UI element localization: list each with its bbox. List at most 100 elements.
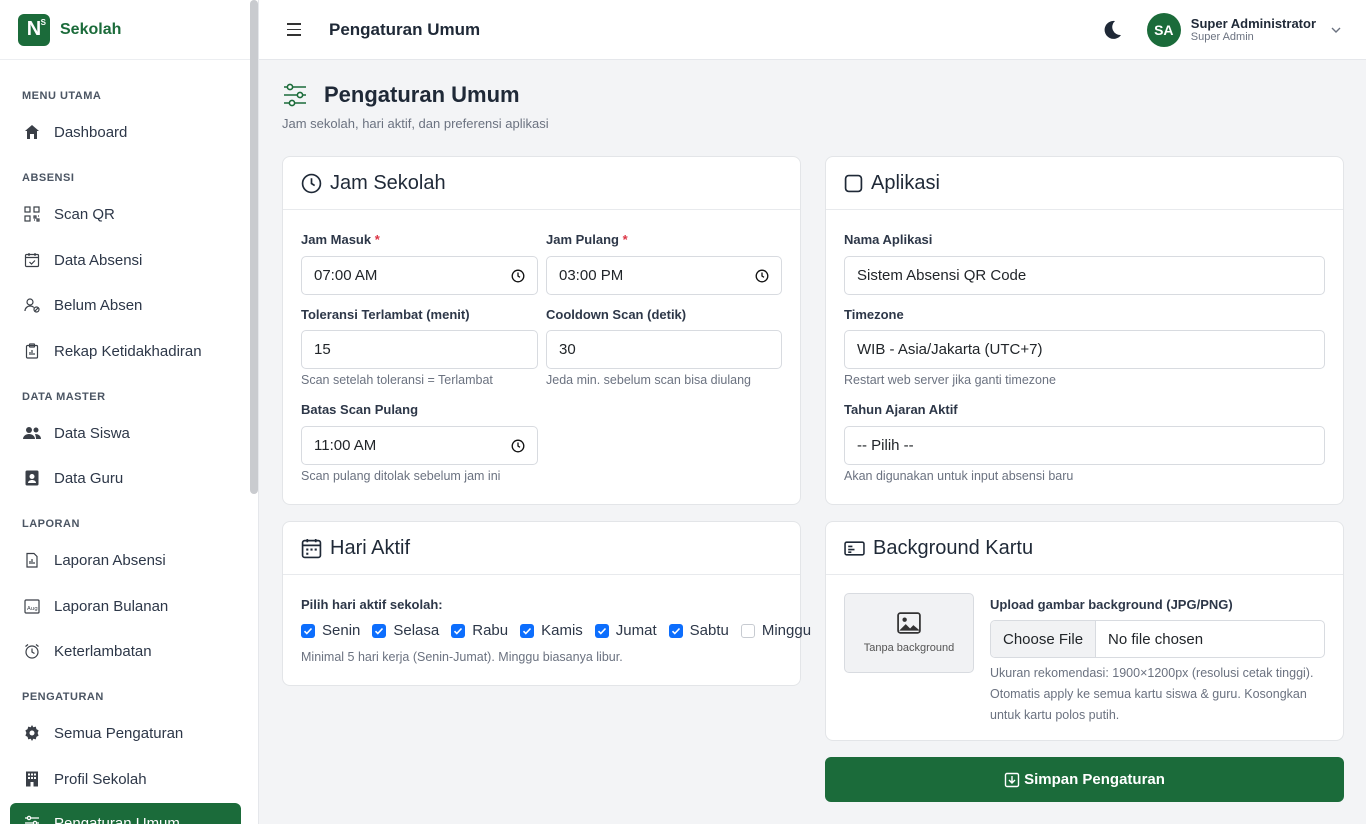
hari-aktif-hint: Minimal 5 hari kerja (Senin-Jumat). Ming… — [301, 650, 623, 664]
image-icon — [897, 612, 921, 634]
checkbox-checked-icon[interactable] — [520, 623, 535, 638]
gear-icon — [22, 723, 42, 743]
toleransi-label: Toleransi Terlambat (menit) — [301, 307, 470, 322]
card-title: Aplikasi — [871, 171, 940, 194]
page-header: Pengaturan Umum Jam sekolah, hari aktif,… — [282, 82, 549, 131]
home-icon — [22, 122, 42, 142]
sidebar-item-data-absensi[interactable]: Data Absensi — [0, 240, 240, 280]
nama-aplikasi-label: Nama Aplikasi — [844, 232, 933, 247]
card-title: Hari Aktif — [330, 536, 411, 559]
timezone-select[interactable]: WIB - Asia/Jakarta (UTC+7) — [844, 330, 1325, 369]
users-icon — [22, 423, 42, 443]
clipboard-chart-icon — [22, 341, 42, 361]
cooldown-input[interactable]: 30 — [546, 330, 782, 369]
checkbox-checked-icon[interactable] — [594, 623, 609, 638]
card-image-icon — [844, 540, 865, 556]
dark-mode-toggle-icon[interactable] — [1101, 19, 1123, 41]
clock-icon[interactable] — [511, 269, 525, 283]
nama-aplikasi-input[interactable]: Sistem Absensi QR Code — [844, 256, 1325, 295]
file-name-text: No file chosen — [1108, 630, 1204, 648]
batas-scan-hint: Scan pulang ditolak sebelum jam ini — [301, 469, 501, 483]
building-icon — [22, 769, 42, 789]
jam-pulang-input[interactable]: 03:00 PM — [546, 256, 782, 295]
brand-name: Sekolah — [60, 20, 122, 38]
file-chart-icon — [22, 550, 42, 570]
section-absensi: ABSENSI — [22, 172, 75, 184]
brand-logo: NS — [18, 13, 50, 46]
save-settings-button[interactable]: Simpan Pengaturan — [825, 757, 1344, 802]
calendar-check-icon — [22, 250, 42, 270]
sidebar-item-dashboard[interactable]: Dashboard — [0, 112, 240, 152]
clock-icon — [301, 173, 322, 193]
checkbox-checked-icon[interactable] — [372, 623, 387, 638]
checkbox-unchecked-icon[interactable] — [740, 623, 755, 638]
sidebar-item-laporan-bulanan[interactable]: Aug Laporan Bulanan — [0, 586, 240, 626]
batas-scan-label: Batas Scan Pulang — [301, 402, 419, 417]
brand[interactable]: NS Sekolah — [0, 0, 258, 60]
sidebar-item-keterlambatan[interactable]: Keterlambatan — [0, 631, 240, 671]
download-icon — [1004, 772, 1020, 787]
sidebar-item-rekap[interactable]: Rekap Ketidakhadiran — [0, 331, 240, 371]
clock-icon[interactable] — [755, 269, 769, 283]
sidebar-item-laporan-absensi[interactable]: Laporan Absensi — [0, 540, 240, 580]
topbar: Pengaturan Umum SA Super Administrator S… — [259, 0, 1366, 60]
background-preview: Tanpa background — [844, 593, 974, 673]
checkbox-checked-icon[interactable] — [301, 623, 315, 638]
tahun-ajaran-label: Tahun Ajaran Aktif — [844, 402, 958, 417]
alarm-clock-icon — [22, 641, 42, 661]
checkbox-checked-icon[interactable] — [451, 623, 466, 638]
calendar-month-icon: Aug — [22, 596, 42, 616]
day-checkbox-selasa[interactable]: Selasa — [372, 622, 439, 639]
jam-masuk-input[interactable]: 07:00 AM — [301, 256, 538, 295]
day-checkbox-rabu[interactable]: Rabu — [451, 622, 508, 639]
sidebar-item-scan-qr[interactable]: Scan QR — [0, 194, 240, 234]
toleransi-hint: Scan setelah toleransi = Terlambat — [301, 373, 493, 387]
choose-file-button[interactable]: Choose File — [991, 621, 1097, 657]
card-title: Background Kartu — [873, 536, 1034, 559]
upload-hint: Ukuran rekomendasi: 1900×1200px (resolus… — [990, 666, 1314, 722]
card-title: Jam Sekolah — [330, 171, 446, 194]
tahun-ajaran-hint: Akan digunakan untuk input absensi baru — [844, 469, 1074, 483]
sidebar-item-data-siswa[interactable]: Data Siswa — [0, 413, 240, 453]
user-role: Super Admin — [1190, 31, 1254, 43]
hari-aktif-prompt: Pilih hari aktif sekolah: — [301, 597, 443, 612]
required-mark: * — [622, 232, 628, 247]
tahun-ajaran-select[interactable]: -- Pilih -- — [844, 426, 1325, 465]
user-name: Super Administrator — [1190, 16, 1316, 31]
batas-scan-input[interactable]: 11:00 AM — [301, 426, 538, 465]
section-main: MENU UTAMA — [22, 90, 102, 102]
menu-toggle-icon[interactable] — [287, 20, 307, 40]
sidebar-item-pengaturan-umum[interactable]: Pengaturan Umum — [10, 803, 241, 824]
sidebar-item-semua-pengaturan[interactable]: Semua Pengaturan — [0, 713, 240, 753]
day-checkbox-kamis[interactable]: Kamis — [520, 622, 583, 639]
required-mark: * — [374, 232, 380, 247]
chevron-down-icon[interactable] — [1330, 24, 1342, 36]
day-checkbox-minggu[interactable]: Minggu — [740, 622, 811, 639]
toleransi-input[interactable]: 15 — [301, 330, 538, 369]
sidebar-item-belum-absen[interactable]: Belum Absen — [0, 285, 240, 325]
hari-aktif-card: Hari Aktif Pilih hari aktif sekolah: Sen… — [282, 521, 811, 686]
day-checkbox-sabtu[interactable]: Sabtu — [668, 622, 729, 639]
avatar[interactable]: SA — [1146, 12, 1181, 47]
day-checkbox-jumat[interactable]: Jumat — [594, 622, 657, 639]
clock-icon[interactable] — [511, 439, 525, 453]
timezone-hint: Restart web server jika ganti timezone — [844, 373, 1056, 387]
day-checkbox-group: Senin Selasa Rabu Kamis Jumat Sabtu Ming… — [301, 622, 811, 639]
day-checkbox-senin[interactable]: Senin — [301, 622, 360, 639]
cooldown-label: Cooldown Scan (detik) — [546, 307, 687, 322]
section-pengaturan: PENGATURAN — [22, 691, 104, 703]
svg-text:Aug: Aug — [27, 606, 38, 612]
cooldown-hint: Jeda min. sebelum scan bisa diulang — [546, 373, 751, 387]
sidebar-item-profil-sekolah[interactable]: Profil Sekolah — [0, 759, 240, 799]
sidebar-item-data-guru[interactable]: Data Guru — [0, 458, 240, 498]
sidebar: NS Sekolah MENU UTAMA Dashboard ABSENSI … — [0, 0, 259, 824]
user-info[interactable]: Super Administrator Super Admin — [1191, 16, 1316, 43]
sidebar-scrollbar[interactable] — [250, 0, 258, 494]
jam-masuk-label: Jam Masuk — [301, 232, 372, 247]
checkbox-checked-icon[interactable] — [668, 623, 683, 638]
upload-label: Upload gambar background (JPG/PNG) — [990, 597, 1233, 612]
sliders-icon — [284, 83, 306, 107]
background-file-input[interactable]: Choose File No file chosen — [990, 620, 1325, 658]
section-master: DATA MASTER — [22, 391, 106, 403]
qr-code-icon — [22, 204, 42, 224]
